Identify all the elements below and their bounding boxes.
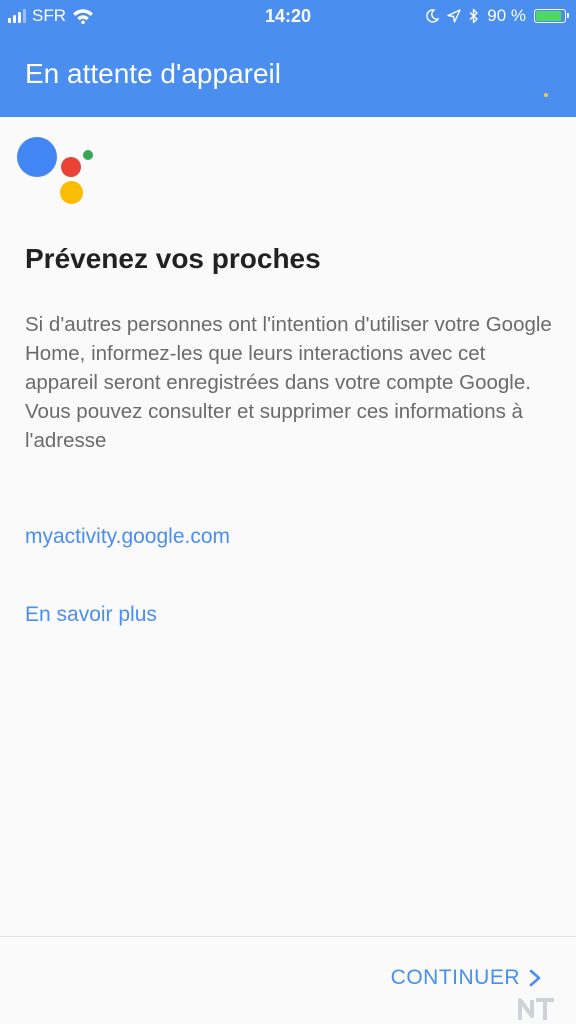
assistant-dot-red bbox=[61, 157, 81, 177]
status-bar: SFR 14:20 90 % bbox=[0, 0, 576, 32]
location-arrow-icon bbox=[447, 9, 461, 23]
page-title: En attente d'appareil bbox=[25, 58, 281, 89]
continue-label: CONTINUER bbox=[390, 966, 520, 989]
assistant-dot-green bbox=[83, 150, 93, 160]
content-body: Si d'autres personnes ont l'intention d'… bbox=[25, 313, 552, 452]
battery-level-fill bbox=[536, 11, 561, 21]
assistant-dot-blue bbox=[17, 137, 57, 177]
myactivity-link[interactable]: myactivity.google.com bbox=[25, 525, 230, 549]
decorative-dot bbox=[544, 93, 548, 97]
chevron-right-icon bbox=[529, 969, 541, 987]
content-heading: Prévenez vos proches bbox=[25, 243, 321, 274]
assistant-dot-yellow bbox=[60, 181, 83, 204]
app-header: SFR 14:20 90 % En attente d'appareil bbox=[0, 0, 576, 117]
status-right: 90 % bbox=[425, 6, 569, 26]
battery-percent: 90 % bbox=[487, 6, 526, 25]
moon-icon bbox=[426, 9, 440, 23]
battery-icon bbox=[534, 9, 569, 23]
continue-button[interactable]: CONTINUER bbox=[391, 966, 542, 990]
watermark-logo-icon bbox=[518, 998, 554, 1020]
learn-more-link[interactable]: En savoir plus bbox=[25, 603, 157, 627]
footer-divider bbox=[0, 936, 576, 937]
bluetooth-icon bbox=[469, 8, 478, 24]
google-assistant-logo bbox=[15, 133, 95, 208]
